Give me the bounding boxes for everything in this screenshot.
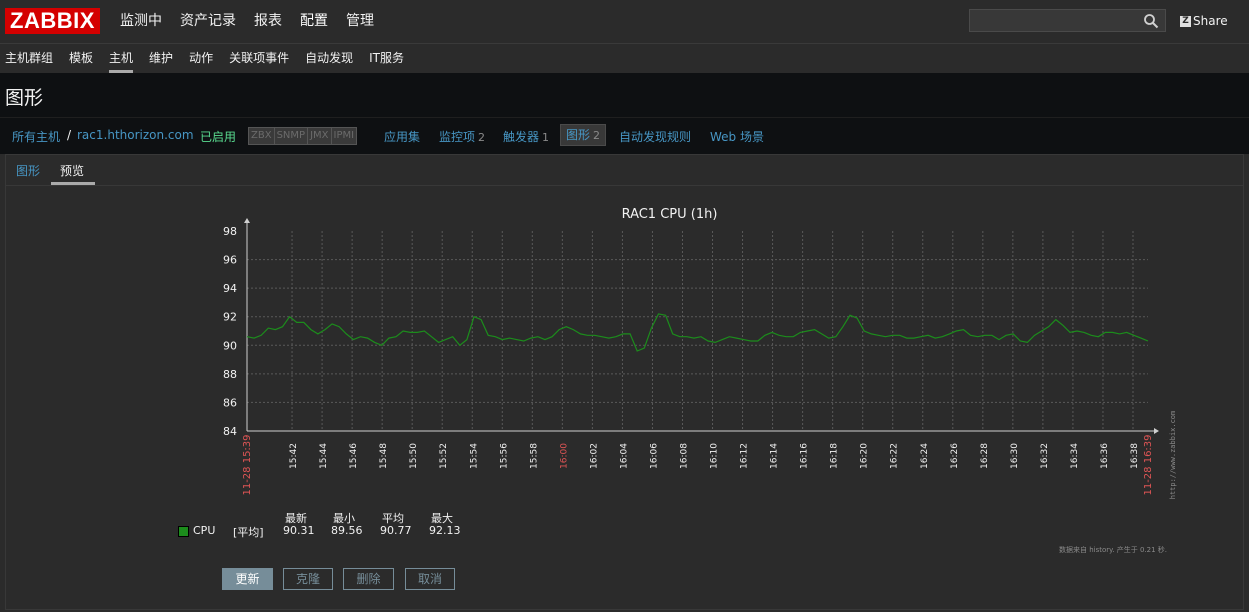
legend-item-name: CPU (193, 524, 216, 537)
cpu-graph: RAC1 CPU (1h) 98 96 94 92 90 88 86 84 15:42 15:44 1… (223, 207, 1177, 500)
x-tick-label: 16:14 (770, 443, 780, 469)
y-tick-label: 94 (223, 282, 237, 295)
x-tick-label: 15:46 (349, 443, 359, 469)
x-tick-label: 16:12 (740, 443, 750, 469)
x-tick-label: 16:32 (1040, 443, 1050, 469)
x-tick-label: 16:22 (890, 443, 900, 469)
x-tick-label: 16:04 (619, 443, 629, 469)
x-tick-label: 15:56 (499, 443, 509, 469)
graph-title: RAC1 CPU (1h) (622, 207, 718, 222)
legend-swatch-cpu (178, 526, 189, 537)
x-tick-label: 16:30 (1010, 443, 1020, 469)
x-tick-label: 15:44 (319, 443, 329, 469)
delete-button[interactable]: 删除 (343, 568, 394, 590)
x-tick-label: 16:06 (649, 443, 659, 469)
legend-value-last: 90.31 (283, 524, 315, 537)
legend-value-avg: 90.77 (380, 524, 412, 537)
y-tick-label: 90 (223, 339, 237, 352)
x-tick-label: 15:52 (439, 443, 449, 469)
legend-value-min: 89.56 (331, 524, 363, 537)
x-tick-label: 15:58 (529, 443, 539, 469)
legend-value-max: 92.13 (429, 524, 461, 537)
x-tick-label: 16:00 (559, 443, 569, 469)
x-tick-label: 16:24 (920, 443, 930, 469)
y-tick-label: 86 (223, 396, 237, 409)
x-tick-label: 16:26 (950, 443, 960, 469)
y-tick-label: 88 (223, 368, 237, 381)
x-start-label: 11-28 15:39 (242, 434, 253, 495)
x-tick-label: 16:08 (679, 443, 689, 469)
y-tick-label: 96 (223, 254, 237, 267)
x-axis-arrow (1154, 428, 1159, 434)
update-button[interactable]: 更新 (222, 568, 273, 590)
legend-item-function: [平均] (233, 526, 264, 539)
data-source-note: 数据来自 history. 产生于 0.21 秒. (1059, 546, 1168, 554)
x-tick-label: 16:02 (589, 443, 599, 469)
x-tick-label: 15:50 (409, 443, 419, 469)
x-tick-label: 16:28 (980, 443, 990, 469)
y-axis-arrow (244, 218, 250, 223)
clone-button[interactable]: 克隆 (283, 568, 333, 590)
x-tick-label: 16:18 (830, 443, 840, 469)
x-tick-label: 16:38 (1130, 443, 1140, 469)
x-tick-label: 15:54 (469, 443, 479, 469)
x-tick-label: 15:42 (289, 443, 299, 469)
x-end-label: 11-28 16:39 (1143, 434, 1154, 495)
x-tick-label: 16:36 (1100, 443, 1110, 469)
x-tick-label: 16:34 (1070, 443, 1080, 469)
x-tick-label: 16:20 (860, 443, 870, 469)
x-tick-label: 16:16 (800, 443, 810, 469)
y-tick-label: 98 (223, 225, 237, 238)
y-tick-label: 92 (223, 311, 237, 324)
x-tick-label: 16:10 (710, 443, 720, 469)
y-tick-label: 84 (223, 425, 237, 438)
cancel-button[interactable]: 取消 (405, 568, 455, 590)
x-tick-label: 15:48 (379, 443, 389, 469)
zabbix-watermark: http://www.zabbix.com (1169, 411, 1177, 500)
